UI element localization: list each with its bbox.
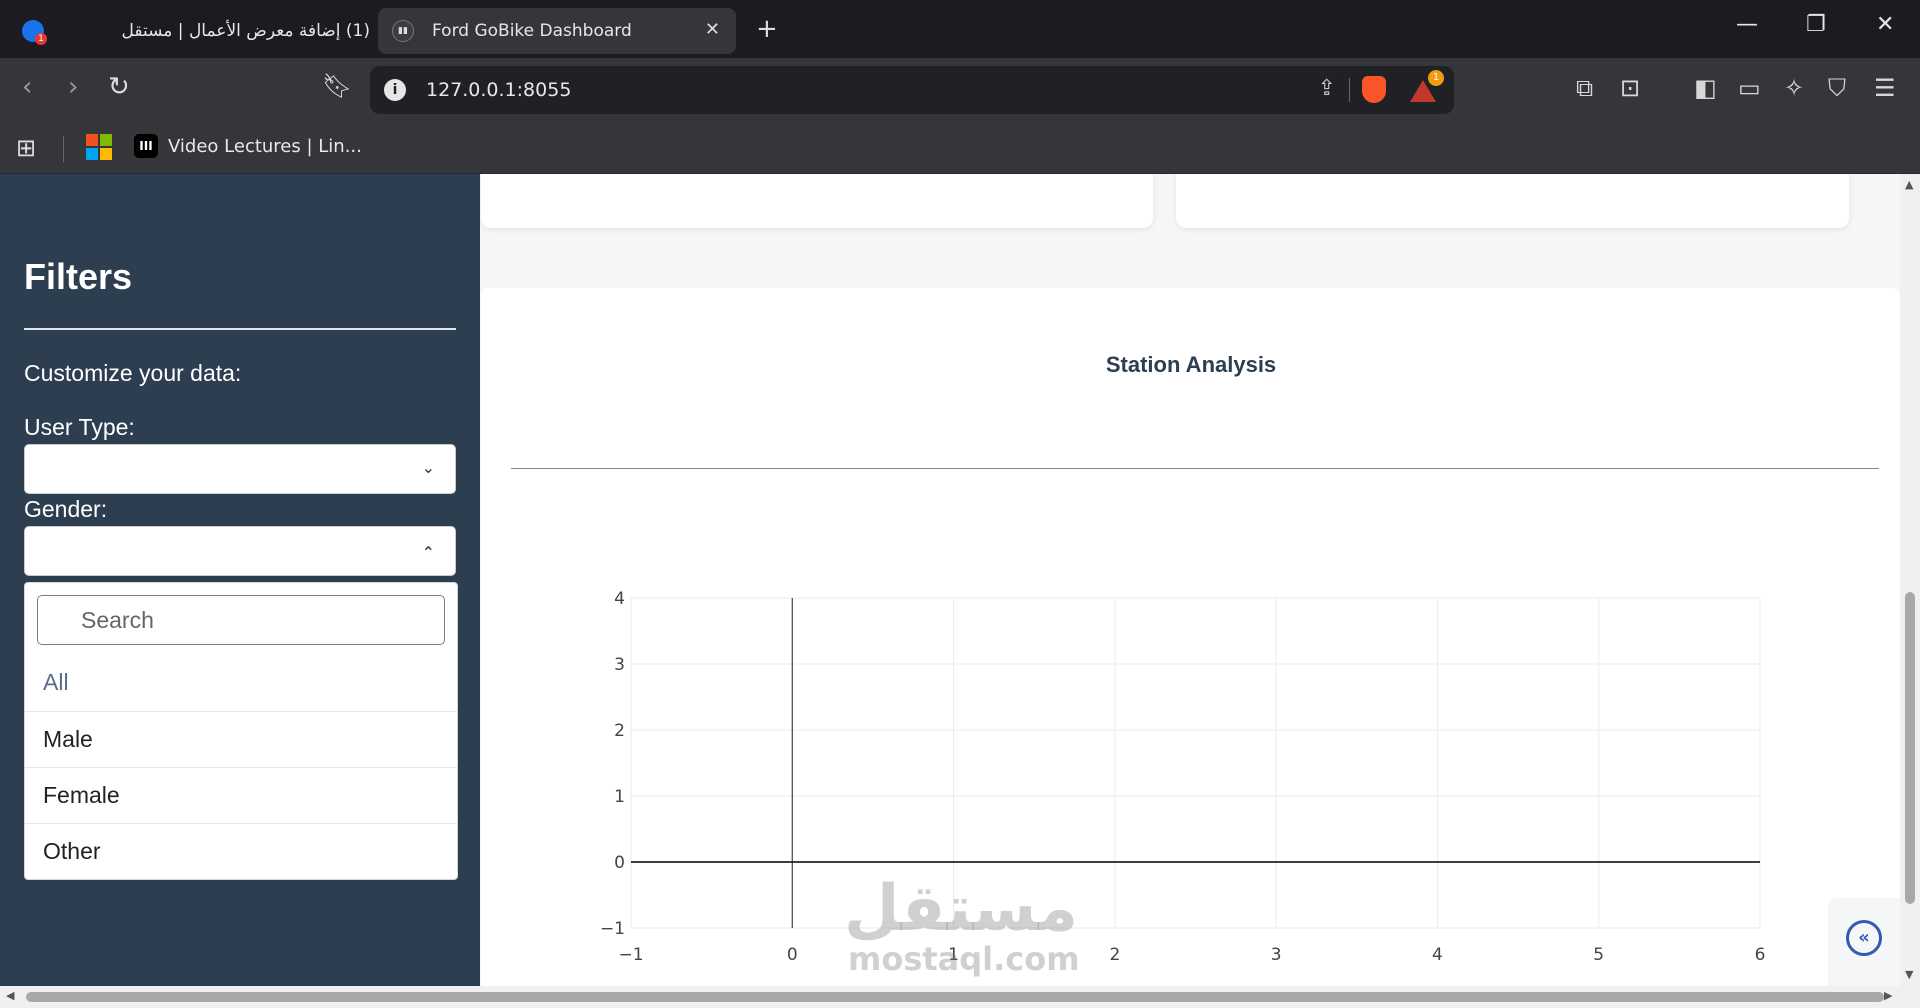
reading-mode-icon[interactable]: ⊡ bbox=[1620, 74, 1640, 102]
sidebar-subtitle: Customize your data: bbox=[24, 360, 242, 386]
double-chevron-left-icon: « bbox=[1846, 920, 1882, 956]
y-tick-label: 3 bbox=[614, 655, 625, 675]
x-tick-label: 2 bbox=[1109, 945, 1120, 965]
x-tick-label: 3 bbox=[1271, 945, 1282, 965]
forward-icon[interactable]: › bbox=[68, 72, 78, 102]
share-icon[interactable]: ⇪ bbox=[1318, 76, 1336, 101]
browser-tab-strip: (1) إضافة معرض الأعمال | مستقل ▮▮ Ford G… bbox=[0, 0, 1920, 58]
close-window-icon[interactable]: ✕ bbox=[1876, 12, 1894, 37]
search-input[interactable]: Search bbox=[37, 595, 445, 645]
bookmarks-bar: ⊞ III Video Lectures | Lin... bbox=[0, 124, 1920, 174]
option-female[interactable]: Female bbox=[25, 767, 457, 823]
microsoft-icon[interactable] bbox=[86, 134, 112, 160]
scroll-thumb[interactable] bbox=[1905, 592, 1915, 904]
divider bbox=[24, 328, 456, 330]
wallet-icon[interactable]: ▭ bbox=[1738, 74, 1761, 102]
new-tab-icon[interactable]: + bbox=[756, 14, 778, 44]
scroll-right-icon[interactable]: ▶ bbox=[1884, 989, 1892, 1002]
station-analysis-chart[interactable]: −1 0 1 2 3 4 5 6−101234 bbox=[481, 288, 1900, 986]
browser-toolbar: ‹ › ↻ 🔖︎ i 127.0.0.1:8055 ⇪ 1 ⧉ ⊡ ◧ ▭ ✧ … bbox=[0, 58, 1920, 124]
url-text[interactable]: 127.0.0.1:8055 bbox=[426, 79, 571, 101]
y-tick-label: 0 bbox=[614, 853, 625, 873]
tab-dashboard[interactable]: ▮▮ Ford GoBike Dashboard ✕ bbox=[378, 8, 736, 54]
extensions-icon[interactable]: ⧉ bbox=[1576, 74, 1593, 102]
watermark-latin: mostaql.com bbox=[848, 940, 1080, 978]
option-other[interactable]: Other bbox=[25, 823, 457, 879]
x-tick-label: −1 bbox=[618, 945, 643, 965]
bookmark-icon[interactable]: 🔖︎ bbox=[322, 72, 352, 100]
video-lectures-icon: III bbox=[134, 134, 158, 158]
vpn-shield-icon[interactable]: ⛉ bbox=[1828, 74, 1846, 102]
horizontal-scrollbar[interactable]: ◀ ▶ bbox=[0, 986, 1920, 1008]
page-viewport: Station Analysis −1 0 1 2 3 4 5 6 −1 0 1 2 3 4 Filter… bbox=[0, 174, 1900, 986]
scroll-left-icon[interactable]: ◀ bbox=[6, 989, 14, 1002]
search-placeholder: Search bbox=[81, 607, 154, 633]
apps-grid-icon[interactable]: ⊞ bbox=[16, 134, 36, 162]
bookmark-label: Video Lectures | Lin... bbox=[168, 135, 362, 157]
scroll-up-icon[interactable]: ▲ bbox=[1905, 178, 1913, 191]
option-all[interactable]: All bbox=[25, 655, 457, 711]
separator bbox=[1349, 78, 1350, 102]
y-tick-label: 1 bbox=[614, 787, 625, 807]
brave-shields-icon[interactable] bbox=[1362, 76, 1386, 103]
sidebar-title: Filters bbox=[24, 256, 133, 297]
option-male[interactable]: Male bbox=[25, 711, 457, 767]
dashboard-favicon-icon: ▮▮ bbox=[392, 20, 414, 42]
tab-title: Ford GoBike Dashboard bbox=[432, 21, 632, 41]
menu-icon[interactable]: ☰ bbox=[1874, 74, 1896, 102]
sidebar-toggle-icon[interactable]: ◧ bbox=[1694, 74, 1717, 102]
y-tick-label: 2 bbox=[614, 721, 625, 741]
back-icon[interactable]: ‹ bbox=[22, 72, 32, 102]
kpi-card bbox=[1176, 174, 1849, 228]
close-tab-icon[interactable]: ✕ bbox=[705, 19, 720, 40]
y-tick-label: −1 bbox=[600, 919, 625, 939]
reload-icon[interactable]: ↻ bbox=[108, 72, 130, 102]
collapse-sidebar-button[interactable]: « bbox=[1828, 898, 1900, 986]
user-type-dropdown[interactable]: ⌄ bbox=[24, 444, 456, 494]
station-analysis-panel: Station Analysis −1 0 1 2 3 4 5 6 −1 0 1 2 3 4 bbox=[481, 288, 1900, 986]
separator bbox=[63, 136, 64, 162]
chevron-down-icon: ⌄ bbox=[421, 458, 435, 477]
gender-label: Gender: bbox=[24, 496, 108, 522]
watermark-arabic: مستقل bbox=[843, 872, 1078, 946]
mostaql-favicon-icon bbox=[22, 20, 47, 45]
chevron-up-icon: ⌃ bbox=[421, 543, 435, 562]
user-type-label: User Type: bbox=[24, 414, 135, 440]
tab-mostaql[interactable]: (1) إضافة معرض الأعمال | مستقل bbox=[12, 8, 378, 54]
address-bar[interactable]: i 127.0.0.1:8055 ⇪ 1 bbox=[370, 66, 1454, 114]
gender-dropdown-menu: Search All Male Female Other bbox=[24, 582, 458, 880]
restore-icon[interactable]: ❐ bbox=[1806, 12, 1826, 37]
y-tick-label: 4 bbox=[614, 589, 625, 609]
leo-ai-icon[interactable]: ✧ bbox=[1784, 74, 1804, 102]
x-tick-label: 6 bbox=[1755, 945, 1766, 965]
filters-sidebar: Filters Customize your data: User Type: … bbox=[0, 174, 480, 986]
x-tick-label: 5 bbox=[1593, 945, 1604, 965]
notification-badge: 1 bbox=[1428, 70, 1444, 86]
minimize-icon[interactable]: — bbox=[1736, 12, 1758, 37]
bookmark-video-lectures[interactable]: III Video Lectures | Lin... bbox=[134, 134, 362, 158]
x-tick-label: 4 bbox=[1432, 945, 1443, 965]
vertical-scrollbar[interactable]: ▲ ▼ bbox=[1900, 174, 1920, 986]
kpi-card bbox=[481, 174, 1153, 228]
scroll-down-icon[interactable]: ▼ bbox=[1905, 968, 1913, 981]
gender-dropdown[interactable]: ⌃ bbox=[24, 526, 456, 576]
site-info-icon[interactable]: i bbox=[384, 79, 406, 101]
x-tick-label: 0 bbox=[787, 945, 798, 965]
scroll-thumb[interactable] bbox=[26, 992, 1884, 1002]
mostaql-watermark: مستقل mostaql.com bbox=[843, 872, 1080, 978]
tab-title: (1) إضافة معرض الأعمال | مستقل bbox=[121, 21, 370, 41]
